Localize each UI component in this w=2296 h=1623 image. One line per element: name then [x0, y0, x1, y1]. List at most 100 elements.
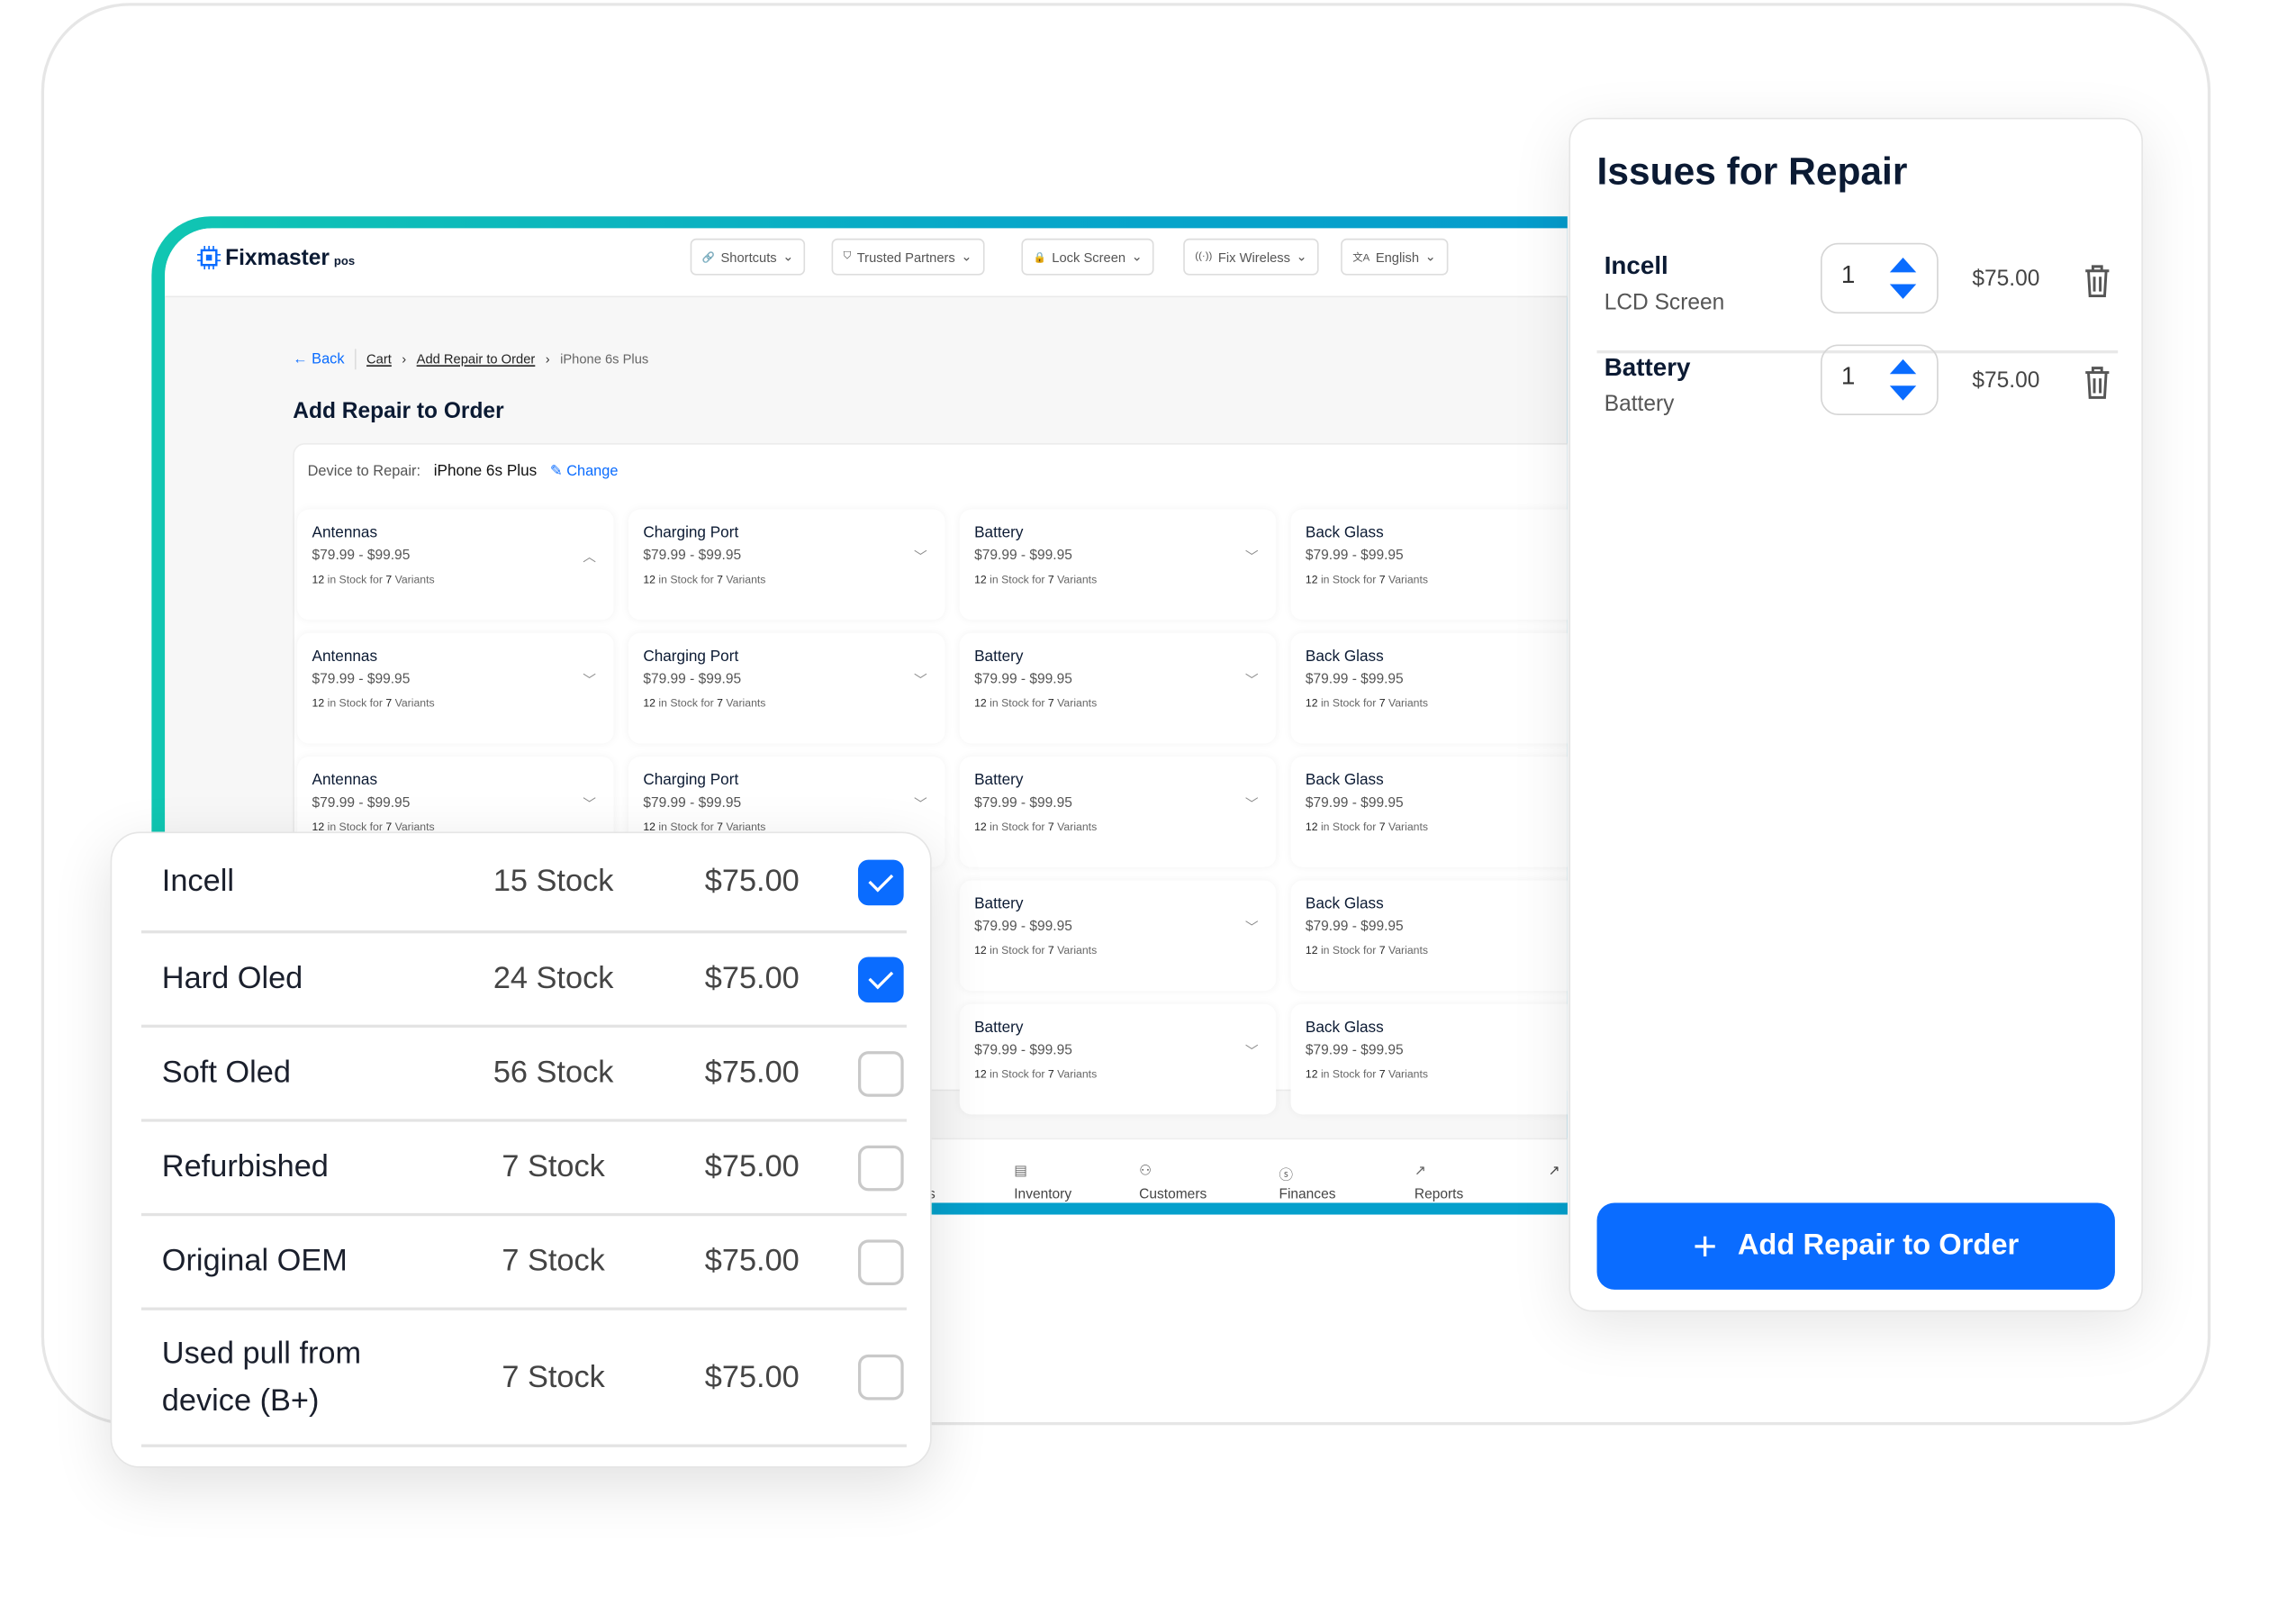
nav-reports[interactable]: ↗ Reports: [1415, 1163, 1463, 1202]
back-link[interactable]: ← Back: [293, 351, 344, 367]
variant-stock: 15 Stock: [493, 864, 614, 899]
change-device-link[interactable]: ✎ Change: [550, 463, 619, 479]
variant-name: Refurbished: [161, 1149, 329, 1184]
chevron-down-icon[interactable]: ﹀: [1245, 1041, 1259, 1060]
part-stock: 12 in Stock for 7 Variants: [643, 696, 766, 710]
part-card[interactable]: Charging Port $79.99 - $99.95 12 in Stoc…: [628, 632, 945, 744]
variant-name: Hard Oled: [161, 961, 303, 995]
quantity-value[interactable]: 1: [1841, 260, 1855, 290]
dropdown-english[interactable]: 文A English ⌄: [1341, 238, 1449, 276]
quantity-value[interactable]: 1: [1841, 362, 1855, 392]
variant-checkbox[interactable]: [857, 956, 904, 1002]
table-icon: ▤: [1014, 1163, 1027, 1180]
chevron-down-icon: ⌄: [1424, 249, 1436, 264]
part-card[interactable]: Battery $79.99 - $99.95 12 in Stock for …: [959, 757, 1277, 867]
quantity-stepper[interactable]: 1: [1821, 242, 1939, 314]
part-card[interactable]: Battery $79.99 - $99.95 12 in Stock for …: [959, 880, 1277, 992]
dropdown-shortcuts[interactable]: 🔗 Shortcuts ⌄: [690, 238, 806, 276]
chevron-down-icon[interactable]: ﹀: [1245, 546, 1259, 565]
part-price: $79.99 - $99.95: [643, 548, 742, 565]
brand-name: Fixmaster: [225, 245, 330, 270]
variant-row[interactable]: Refurbished 7 Stock $75.00: [140, 1122, 907, 1217]
crumb-add-repair[interactable]: Add Repair to Order: [417, 352, 536, 367]
chevron-down-icon[interactable]: ﹀: [1245, 670, 1259, 689]
nav-inventory[interactable]: ▤ Inventory: [1014, 1163, 1071, 1202]
decrement-icon[interactable]: [1889, 284, 1917, 299]
variant-checkbox[interactable]: [857, 1050, 904, 1096]
variant-checkbox[interactable]: [857, 1354, 904, 1401]
chevron-down-icon[interactable]: ﹀: [914, 793, 927, 812]
link-icon: 🔗: [701, 252, 715, 263]
trash-icon[interactable]: [2083, 264, 2112, 299]
variant-stock: 24 Stock: [493, 961, 614, 995]
part-card[interactable]: Back Glass $79.99 - $99.95 12 in Stock f…: [1290, 880, 1568, 992]
variant-row[interactable]: Soft Oled 56 Stock $75.00: [140, 1028, 907, 1122]
add-repair-button[interactable]: + Add Repair to Order: [1596, 1202, 2115, 1290]
part-stock: 12 in Stock for 7 Variants: [312, 696, 435, 710]
chevron-down-icon[interactable]: ﹀: [1245, 917, 1259, 936]
variant-stock: 7 Stock: [502, 1244, 605, 1278]
variant-row[interactable]: Hard Oled 24 Stock $75.00: [140, 933, 907, 1028]
dropdown-trusted-partners[interactable]: ⛉ Trusted Partners ⌄: [831, 238, 984, 276]
dropdown-lock-screen[interactable]: 🔒 Lock Screen ⌄: [1021, 238, 1155, 276]
chevron-down-icon[interactable]: ﹀: [583, 670, 596, 689]
part-card[interactable]: Battery $79.99 - $99.95 12 in Stock for …: [959, 1003, 1277, 1115]
divider: [354, 349, 357, 370]
variant-row[interactable]: Original OEM 7 Stock $75.00: [140, 1216, 907, 1310]
variants-panel: Incell 15 Stock $75.00 Hard Oled 24 Stoc…: [110, 831, 932, 1468]
part-card[interactable]: Battery $79.99 - $99.95 12 in Stock for …: [959, 632, 1277, 744]
variant-price: $75.00: [704, 1056, 800, 1090]
dropdown-fix-wireless[interactable]: ((·)) Fix Wireless ⌄: [1183, 238, 1319, 276]
part-card[interactable]: Back Glass $79.99 - $99.95 12 in Stock f…: [1290, 1003, 1568, 1115]
chevron-down-icon[interactable]: ﹀: [914, 546, 927, 565]
trash-icon[interactable]: [2083, 365, 2112, 400]
brand-suffix: pos: [333, 253, 356, 267]
variant-checkbox[interactable]: [857, 1238, 904, 1285]
part-card[interactable]: Antennas $79.99 - $99.95 12 in Stock for…: [297, 632, 614, 744]
chevron-up-icon[interactable]: ︿: [583, 546, 596, 565]
variant-row[interactable]: Used pull from device (B+) 7 Stock $75.0…: [140, 1310, 907, 1447]
issue-category: LCD Screen: [1604, 290, 1725, 315]
users-icon: ⚇: [1139, 1163, 1153, 1180]
part-price: $79.99 - $99.95: [1305, 1042, 1404, 1059]
shield-icon: ⛉: [843, 250, 852, 262]
issue-category: Battery: [1604, 391, 1675, 417]
external-link-icon[interactable]: ↗: [1549, 1163, 1560, 1179]
part-name: Back Glass: [1305, 894, 1384, 913]
chevron-down-icon[interactable]: ﹀: [914, 670, 927, 689]
increment-icon[interactable]: [1889, 258, 1917, 273]
variant-checkbox[interactable]: [857, 858, 904, 905]
part-card[interactable]: Back Glass $79.99 - $99.95 12 in Stock f…: [1290, 632, 1568, 744]
variant-row[interactable]: Incell 15 Stock $75.00: [140, 833, 907, 934]
part-name: Back Glass: [1305, 771, 1384, 790]
part-stock: 12 in Stock for 7 Variants: [1305, 943, 1429, 957]
nav-finances[interactable]: ⓢ Finances: [1279, 1163, 1335, 1202]
dropdown-label: Shortcuts: [720, 249, 777, 265]
part-name: Charging Port: [643, 648, 739, 666]
issue-name: Incell: [1604, 251, 1668, 280]
nav-customers[interactable]: ⚇ Customers: [1139, 1163, 1207, 1202]
quantity-stepper[interactable]: 1: [1821, 344, 1939, 415]
variant-checkbox[interactable]: [857, 1144, 904, 1191]
part-card[interactable]: Battery $79.99 - $99.95 12 in Stock for …: [959, 509, 1277, 621]
increment-icon[interactable]: [1889, 358, 1917, 375]
part-price: $79.99 - $99.95: [643, 794, 742, 812]
part-stock: 12 in Stock for 7 Variants: [974, 943, 1098, 957]
part-stock: 12 in Stock for 7 Variants: [974, 1067, 1098, 1081]
part-price: $79.99 - $99.95: [312, 794, 411, 812]
part-card[interactable]: Back Glass $79.99 - $99.95 12 in Stock f…: [1290, 509, 1568, 621]
crumb-cart[interactable]: Cart: [366, 352, 392, 367]
chevron-down-icon[interactable]: ﹀: [1245, 793, 1259, 812]
frame-bottom-bar: [933, 1202, 1568, 1215]
chevron-down-icon[interactable]: ﹀: [583, 793, 596, 812]
part-card[interactable]: Charging Port $79.99 - $99.95 12 in Stoc…: [628, 509, 945, 621]
dropdown-label: Fix Wireless: [1217, 249, 1290, 265]
decrement-icon[interactable]: [1889, 385, 1917, 401]
plus-icon: +: [1693, 1222, 1717, 1269]
dropdown-label: Lock Screen: [1052, 249, 1126, 265]
part-stock: 12 in Stock for 7 Variants: [643, 572, 766, 586]
part-card[interactable]: Antennas $79.99 - $99.95 12 in Stock for…: [297, 509, 614, 621]
part-stock: 12 in Stock for 7 Variants: [1305, 572, 1429, 586]
issue-price: $75.00: [1972, 367, 2040, 394]
part-card[interactable]: Back Glass $79.99 - $99.95 12 in Stock f…: [1290, 757, 1568, 867]
